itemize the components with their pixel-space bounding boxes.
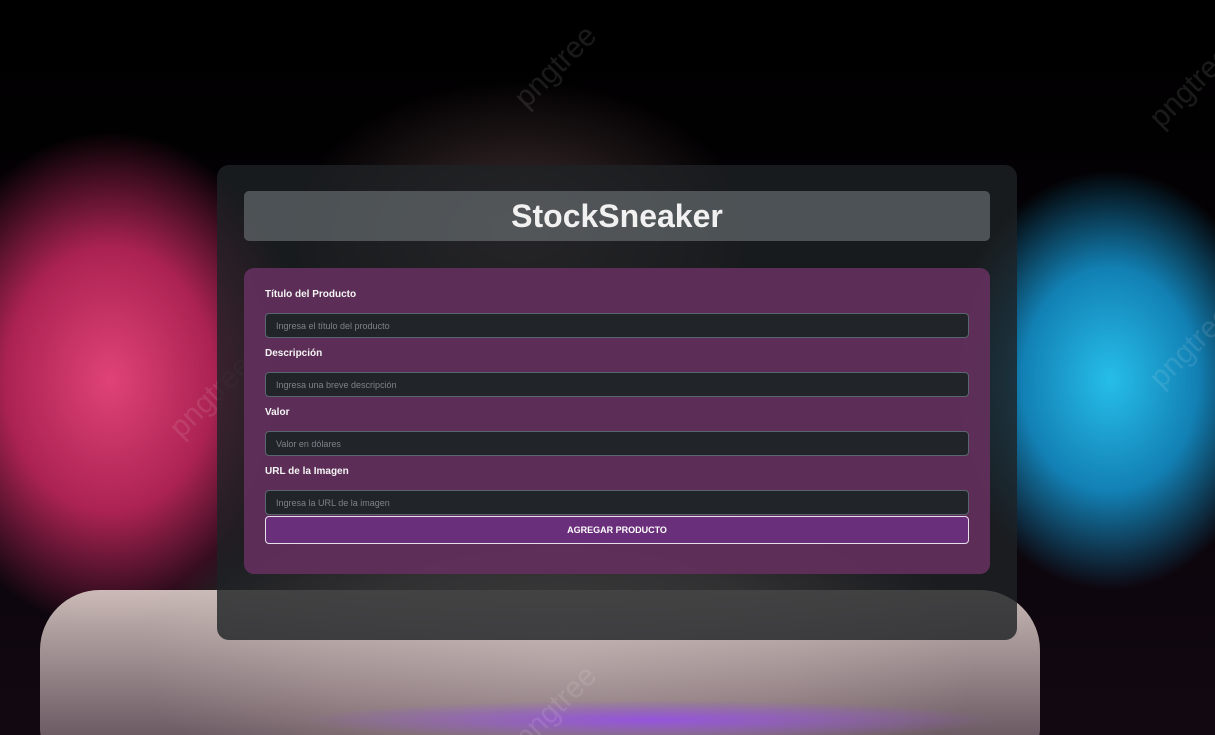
add-product-form: Título del Producto Descripción Valor UR… [244,268,990,574]
product-title-label: Título del Producto [265,289,357,300]
header-bar: StockSneaker [244,191,990,241]
add-product-button[interactable]: AGREGAR PRODUCTO [265,516,969,544]
app-title: StockSneaker [511,197,723,234]
price-label: Valor [265,407,290,418]
background-glow [300,700,1000,735]
price-input[interactable] [265,431,969,456]
image-url-label: URL de la Imagen [265,466,349,477]
image-url-input[interactable] [265,490,969,515]
description-label: Descripción [265,348,323,359]
main-panel: StockSneaker Título del Producto Descrip… [217,165,1017,640]
description-input[interactable] [265,372,969,397]
product-title-input[interactable] [265,313,969,338]
